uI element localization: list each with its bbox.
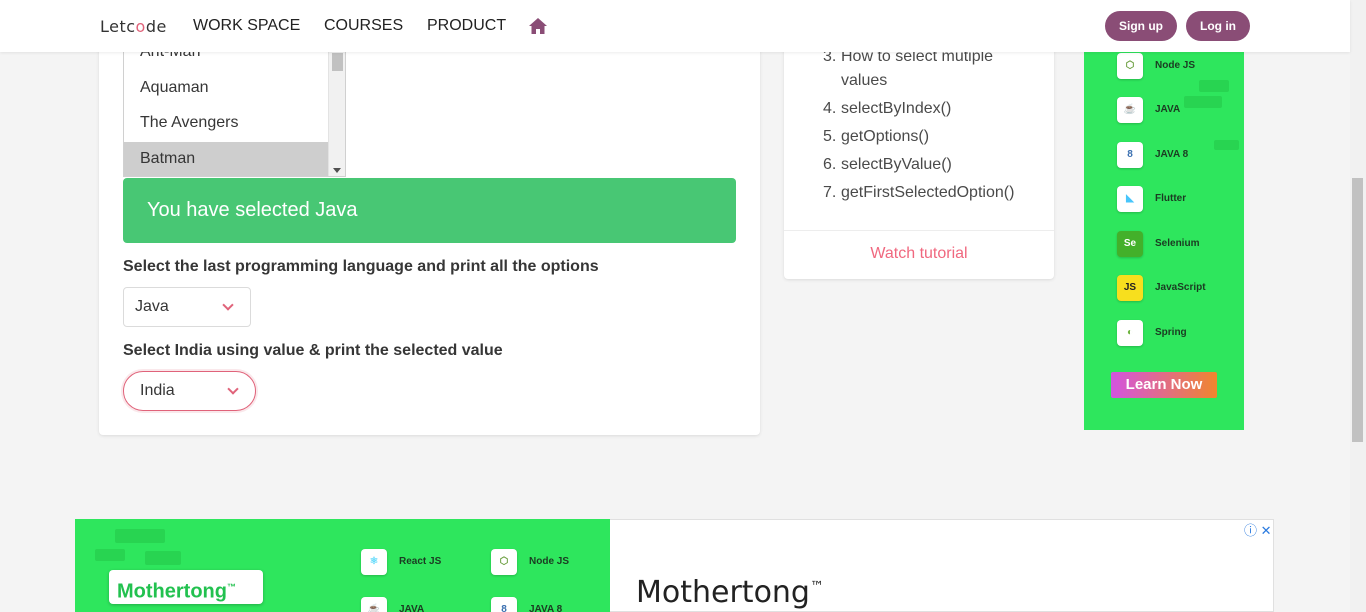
selection-notification: You have selected Java — [123, 178, 736, 243]
topic-text: getFirstSelectedOption() — [841, 184, 1015, 201]
ad-item-label: Node JS — [1155, 60, 1196, 71]
chevron-down-icon — [227, 383, 239, 395]
ad-item-label: Spring — [1155, 327, 1187, 338]
card-divider — [784, 230, 1054, 231]
ad-item-label: Node JS — [529, 556, 570, 567]
ad-title[interactable]: Mothertong™ — [636, 575, 824, 610]
language-select-value: Java — [135, 298, 169, 315]
info-icon[interactable]: ⓘ — [1244, 523, 1257, 538]
list-option[interactable]: The Avengers — [124, 106, 328, 140]
nodejs-icon: ⬡ — [491, 549, 517, 575]
nav-courses[interactable]: COURSES — [324, 17, 403, 35]
language-select[interactable]: Java — [123, 287, 251, 327]
nav-product[interactable]: PRODUCT — [427, 17, 506, 35]
listbox-scrollbar-thumb[interactable] — [332, 53, 343, 71]
watch-tutorial-link[interactable]: Watch tutorial — [784, 245, 1054, 263]
ad-item-label: Selenium — [1155, 238, 1200, 249]
topic-number: 7. — [823, 184, 837, 201]
nav-work-space[interactable]: WORK SPACE — [193, 17, 300, 35]
topic-number: 4. — [823, 100, 837, 117]
last-language-label: Select the last programming language and… — [123, 258, 599, 275]
listbox-scrollbar[interactable] — [328, 41, 345, 176]
scroll-down-arrow-icon[interactable] — [333, 168, 341, 173]
mothertong-logo-text: Mothertong — [117, 580, 227, 603]
ad-controls: ⓘ ✕ — [1244, 520, 1272, 539]
java-icon: ☕ — [1117, 97, 1143, 123]
nodejs-icon: ⬡ — [1117, 53, 1143, 79]
home-icon[interactable] — [528, 16, 548, 36]
ad-item-label: JAVA — [1155, 104, 1181, 115]
topic-text: values — [841, 72, 888, 89]
flutter-icon: ◣ — [1117, 186, 1143, 212]
topic-text: getOptions() — [841, 128, 930, 145]
java8-icon: 8 — [491, 597, 517, 612]
trademark: ™ — [226, 582, 236, 592]
java-icon: ☕ — [361, 597, 387, 612]
selenium-icon: Se — [1117, 231, 1143, 257]
chevron-down-icon — [222, 299, 234, 311]
top-navbar: Letcode WORK SPACE COURSES PRODUCT Sign … — [0, 0, 1350, 52]
learn-now-button[interactable]: Learn Now — [1111, 372, 1217, 398]
ad-item-label: JAVA 8 — [1155, 149, 1189, 160]
page-scrollbar[interactable] — [1350, 0, 1366, 612]
topic-number: 5. — [823, 128, 837, 145]
ad-item-label: React JS — [399, 556, 442, 567]
list-option-selected[interactable]: Batman — [124, 142, 328, 176]
ad-item-label: JAVA — [399, 604, 425, 612]
topic-text: selectByIndex() — [841, 100, 952, 117]
logo-text-start: Letc — [100, 17, 136, 36]
country-select[interactable]: India — [123, 371, 256, 411]
logo-text-accent: o — [135, 17, 146, 36]
logo-text-end: de — [145, 17, 167, 36]
trademark: ™ — [809, 579, 824, 595]
multi-select-listbox[interactable]: Ant-Man Aquaman The Avengers Batman — [123, 40, 346, 177]
ad-item-label: JAVA 8 — [529, 604, 563, 612]
javascript-icon: JS — [1117, 275, 1143, 301]
login-button[interactable]: Log in — [1186, 11, 1250, 41]
topic-number: 6. — [823, 156, 837, 173]
signup-button[interactable]: Sign up — [1105, 11, 1177, 41]
ad-item-label: JavaScript — [1155, 282, 1206, 293]
ad-title-text: Mothertong — [636, 575, 810, 610]
list-option[interactable]: Aquaman — [124, 71, 328, 105]
close-icon[interactable]: ✕ — [1261, 523, 1272, 538]
page-scrollbar-thumb[interactable] — [1352, 178, 1363, 442]
country-label: Select India using value & print the sel… — [123, 342, 503, 359]
letcode-logo[interactable]: Letcode — [100, 17, 167, 36]
ad-item-label: Flutter — [1155, 193, 1187, 204]
react-icon: ⚛ — [361, 549, 387, 575]
java8-icon: 8 — [1117, 142, 1143, 168]
topic-text: selectByValue() — [841, 156, 952, 173]
country-select-value: India — [140, 382, 175, 399]
mothertong-logo[interactable]: Mothertong™ — [109, 570, 263, 604]
spring-icon: ◐ — [1117, 320, 1143, 346]
